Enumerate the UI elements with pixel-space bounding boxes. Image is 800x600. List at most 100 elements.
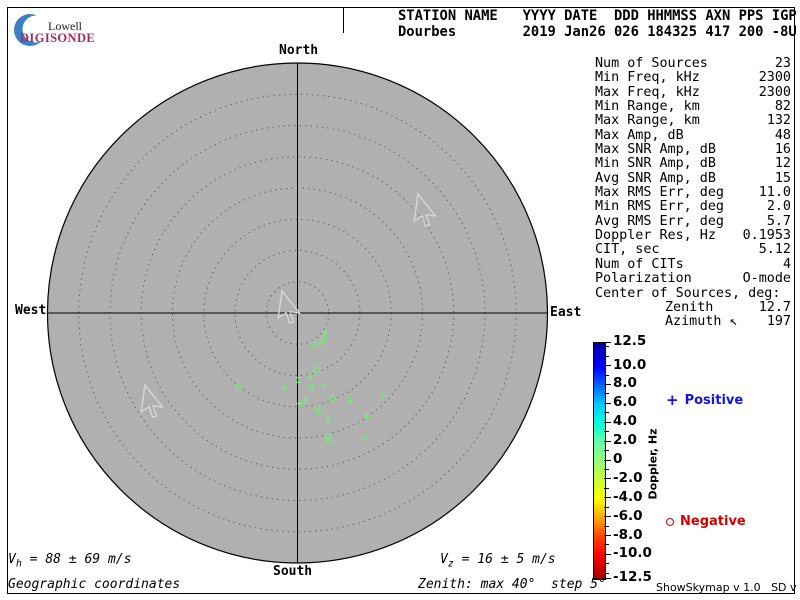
parameter-row: Doppler Res, Hz 0.1953 [595, 229, 791, 243]
parameter-value: 82 [775, 100, 791, 114]
parameter-label: Center of Sources, deg: [595, 287, 780, 301]
parameter-value: 15 [775, 172, 791, 186]
parameter-label: Min RMS Err, deg [595, 200, 724, 214]
colorbar-tick-label: 10.0 [613, 358, 646, 373]
parameter-label: CIT, sec [595, 243, 660, 257]
parameter-row: Max SNR Amp, dB 16 [595, 143, 791, 157]
colorbar-tick-label: 4.0 [613, 414, 637, 429]
parameter-value: 4 [783, 258, 791, 272]
negative-marker-icon [666, 518, 674, 526]
colorbar-minor-tick [604, 356, 609, 357]
colorbar-major-tick [604, 497, 611, 498]
parameter-value: 11.0 [759, 186, 791, 200]
colorbar-tick-label: 0 [613, 452, 622, 467]
colorbar-minor-tick [604, 375, 609, 376]
colorbar-minor-tick [604, 469, 609, 470]
parameter-label: Doppler Res, Hz [595, 229, 716, 243]
colorbar-major-tick [604, 365, 611, 366]
vertical-velocity-readout: Vz = 16 ± 5 m/s [440, 552, 556, 570]
showskymap-window: Lowell DIGISONDE STATION NAME YYYY DATE … [0, 0, 800, 600]
colorbar-major-tick [604, 478, 611, 479]
negative-legend: Negative [666, 514, 746, 529]
parameter-value: 16 [775, 143, 791, 157]
colorbar-major-tick [604, 342, 611, 343]
parameter-value: 2.0 [767, 200, 791, 214]
parameter-row: Num of Sources 23 [595, 57, 791, 71]
parameter-value: 197 [767, 315, 791, 329]
colorbar-major-tick [604, 422, 611, 423]
parameter-value: 132 [767, 114, 791, 128]
colorbar-axis-label: Doppler, Hz [647, 428, 660, 499]
horizontal-velocity-readout: Vh = 88 ± 69 m/s [8, 552, 131, 570]
parameter-row: Zenith 12.7 [595, 301, 791, 315]
zenith-grid-info: Zenith: max 40° step 5° [418, 577, 606, 592]
colorbar-minor-tick [604, 393, 609, 394]
compass-west-label: West [15, 303, 46, 318]
parameter-row: Max RMS Err, deg 11.0 [595, 186, 791, 200]
compass-north-label: North [279, 43, 318, 58]
parameter-value: 12 [775, 157, 791, 171]
colorbar-minor-tick [604, 573, 609, 574]
parameter-row: Min RMS Err, deg 2.0 [595, 200, 791, 214]
positive-marker-icon: + [666, 394, 679, 407]
parameter-label: Zenith [595, 301, 713, 315]
parameter-row: Min SNR Amp, dB 12 [595, 157, 791, 171]
colorbar-minor-tick [604, 412, 609, 413]
parameter-label: Max Freq, kHz [595, 86, 700, 100]
colorbar-tick-label: -8.0 [613, 528, 643, 543]
colorbar-major-tick [604, 554, 611, 555]
parameter-row: Max Amp, dB 48 [595, 129, 791, 143]
parameter-row: PolarizationO-mode [595, 272, 791, 286]
parameter-row: Min Freq, kHz 2300 [595, 71, 791, 85]
compass-south-label: South [273, 564, 312, 579]
parameter-value: O-mode [743, 272, 791, 286]
parameter-value: 2300 [759, 71, 791, 85]
compass-east-label: East [550, 305, 581, 320]
colorbar-tick-label: 2.0 [613, 433, 637, 448]
parameter-row: CIT, sec 5.12 [595, 243, 791, 257]
parameter-row: Azimuth ↖ 197 [595, 315, 791, 329]
parameter-value: 0.1953 [743, 229, 791, 243]
colorbar-minor-tick [604, 563, 609, 564]
coordinate-system-label: Geographic coordinates [8, 577, 180, 592]
colorbar-minor-tick [604, 544, 609, 545]
colorbar-tick-label: 12.5 [613, 334, 646, 349]
parameter-value: 12.7 [759, 301, 791, 315]
positive-legend-label: Positive [685, 393, 744, 408]
colorbar-tick-label: -2.0 [613, 471, 643, 486]
colorbar-major-tick [604, 460, 611, 461]
colorbar-major-tick [604, 441, 611, 442]
parameter-row: Avg RMS Err, deg5.7 [595, 215, 791, 229]
parameter-label: Azimuth ↖ [595, 315, 738, 329]
parameters-panel: Num of Sources23Min Freq, kHz2300Max Fre… [595, 57, 791, 330]
parameter-label: Max SNR Amp, dB [595, 143, 716, 157]
parameter-row: Max Freq, kHz2300 [595, 86, 791, 100]
parameter-value: 23 [775, 57, 791, 71]
parameter-label: Min Freq, kHz [595, 71, 700, 85]
colorbar-tick-label: -10.0 [613, 546, 652, 561]
version-label: ShowSkymap v 1.0 SD v 5.1 [656, 581, 800, 594]
colorbar-tick-label: -12.5 [613, 570, 652, 585]
parameter-value: 5.12 [759, 243, 791, 257]
parameter-value: 48 [775, 129, 791, 143]
colorbar-tick-label: 8.0 [613, 376, 637, 391]
positive-legend: + Positive [666, 393, 743, 408]
colorbar-tick-label: 6.0 [613, 395, 637, 410]
colorbar-major-tick [604, 535, 611, 536]
parameter-label: Num of Sources [595, 57, 708, 71]
colorbar-minor-tick [604, 431, 609, 432]
colorbar-minor-tick [604, 450, 609, 451]
parameter-value: 5.7 [767, 215, 791, 229]
colorbar-major-tick [604, 403, 611, 404]
colorbar-tick-label: -6.0 [613, 509, 643, 524]
parameter-row: Avg SNR Amp, dB 15 [595, 172, 791, 186]
colorbar-minor-tick [604, 507, 609, 508]
parameter-label: Min SNR Amp, dB [595, 157, 716, 171]
parameter-label: Avg SNR Amp, dB [595, 172, 716, 186]
colorbar-major-tick [604, 516, 611, 517]
parameter-label: Max Range, km [595, 114, 700, 128]
parameter-label: Max Amp, dB [595, 129, 684, 143]
parameter-label: Max RMS Err, deg [595, 186, 724, 200]
parameter-row: Num of CITs4 [595, 258, 791, 272]
colorbar-minor-tick [604, 346, 609, 347]
